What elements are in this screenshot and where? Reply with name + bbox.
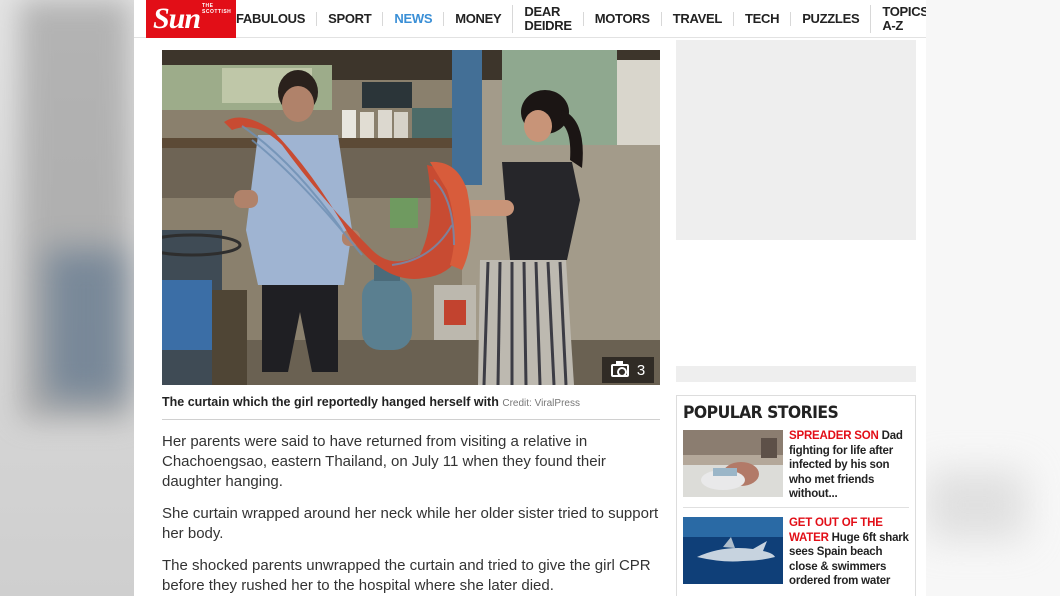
photo-illustration xyxy=(162,50,660,385)
article-paragraph: She curtain wrapped around her neck whil… xyxy=(162,505,659,542)
nav-item-fabulous[interactable]: FABULOUS xyxy=(236,12,316,26)
gallery-count-badge[interactable]: 3 xyxy=(602,357,654,383)
article-page: THE SCOTTISH Sun FABULOUS SPORT NEWS MON… xyxy=(134,0,926,596)
nav-item-puzzles[interactable]: PUZZLES xyxy=(790,12,870,26)
popular-stories-panel: POPULAR STORIES SPREADER SON Dad fightin… xyxy=(676,395,916,596)
article-photo[interactable]: 3 xyxy=(162,50,660,385)
logo-wordmark: Sun xyxy=(153,2,201,35)
nav-menu: FABULOUS SPORT NEWS MONEY DEAR DEIDRE MO… xyxy=(236,0,926,38)
ad-slot-top xyxy=(676,40,916,240)
story-thumbnail[interactable] xyxy=(683,430,783,497)
logo-edition: THE SCOTTISH xyxy=(202,3,232,15)
nav-item-news[interactable]: NEWS xyxy=(382,12,443,26)
nav-item-money[interactable]: MONEY xyxy=(443,12,512,26)
nav-item-tech[interactable]: TECH xyxy=(732,12,790,26)
story-headline[interactable]: SPREADER SON Dad fighting for life after… xyxy=(789,429,913,502)
article-paragraph: The shocked parents unwrapped the curtai… xyxy=(162,557,651,594)
gallery-count: 3 xyxy=(636,361,646,379)
story-thumbnail[interactable] xyxy=(683,517,783,584)
story-kicker: SPREADER SON xyxy=(789,430,879,442)
caption-text: The curtain which the girl reportedly ha… xyxy=(162,395,499,409)
article-paragraph: Her parents were said to have returned f… xyxy=(162,433,606,490)
photo-credit: Credit: ViralPress xyxy=(502,398,580,409)
nav-item-motors[interactable]: MOTORS xyxy=(582,12,661,26)
photo-caption: The curtain which the girl reportedly ha… xyxy=(162,394,660,420)
nav-item-dear-deidre[interactable]: DEAR DEIDRE xyxy=(512,5,582,33)
ad-slot-bottom xyxy=(676,366,916,382)
shark-image xyxy=(683,517,783,584)
hospital-patient-image xyxy=(683,430,783,497)
nav-item-sport[interactable]: SPORT xyxy=(316,12,382,26)
story-divider xyxy=(683,507,909,508)
story-headline[interactable]: GET OUT OF THE WATER Huge 6ft shark sees… xyxy=(789,516,913,589)
blurred-backdrop-left xyxy=(0,0,134,596)
nav-item-travel[interactable]: TRAVEL xyxy=(660,12,733,26)
site-logo[interactable]: THE SCOTTISH Sun xyxy=(146,0,236,38)
nav-item-topics[interactable]: TOPICS A-Z xyxy=(870,5,926,33)
blurred-backdrop-right xyxy=(926,0,1060,596)
camera-icon xyxy=(610,360,629,377)
top-navigation: THE SCOTTISH Sun FABULOUS SPORT NEWS MON… xyxy=(134,0,926,38)
popular-stories-heading: POPULAR STORIES xyxy=(683,403,839,423)
